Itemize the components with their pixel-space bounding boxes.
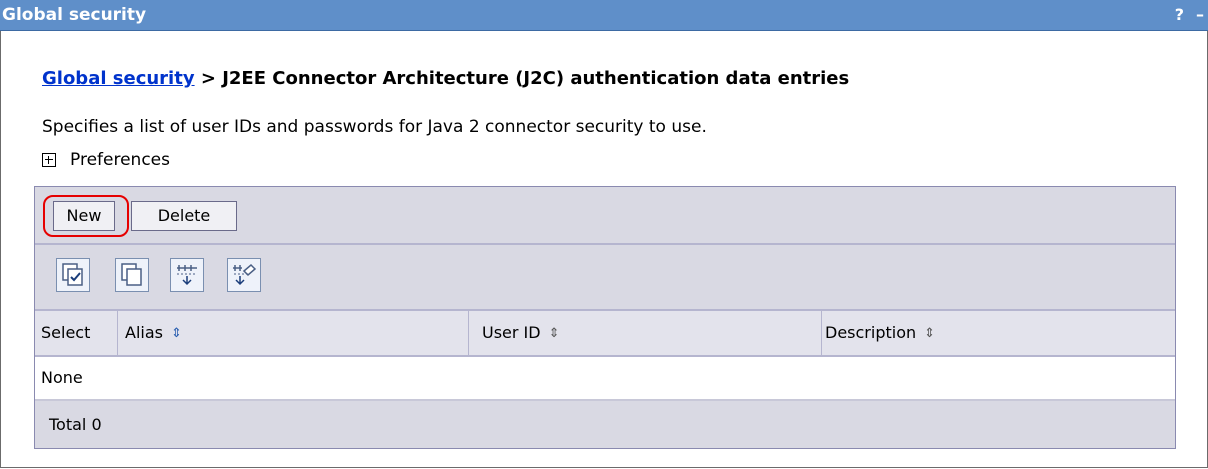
table-total: Total 0	[35, 401, 1175, 448]
table-header-row: Select Alias ⇕ User ID ⇕ Description ⇕	[35, 311, 1175, 357]
sort-icon[interactable]: ⇕	[549, 312, 560, 356]
column-header-description-label[interactable]: Description	[825, 323, 916, 342]
breadcrumb: Global security > J2EE Connector Archite…	[42, 68, 849, 89]
column-header-description[interactable]: Description ⇕	[825, 311, 935, 355]
column-header-user-id-label[interactable]: User ID	[482, 323, 541, 342]
column-header-user-id[interactable]: User ID ⇕	[482, 311, 560, 355]
breadcrumb-separator: >	[194, 68, 223, 89]
preferences-label[interactable]: Preferences	[70, 150, 170, 170]
empty-table-row: None	[35, 357, 1175, 401]
button-toolbar: New Delete	[35, 187, 1175, 245]
window-titlebar: Global security ? –	[0, 0, 1208, 31]
window-title: Global security	[2, 5, 147, 25]
page-title: J2EE Connector Architecture (J2C) authen…	[222, 68, 850, 89]
minimize-icon[interactable]: –	[1196, 0, 1204, 30]
column-header-alias[interactable]: Alias ⇕	[125, 311, 182, 355]
new-button[interactable]: New	[53, 201, 115, 231]
sort-icon[interactable]: ⇕	[924, 312, 935, 356]
sort-icon[interactable]: ⇕	[171, 312, 182, 356]
delete-button[interactable]: Delete	[131, 201, 237, 231]
column-header-alias-label[interactable]: Alias	[125, 323, 163, 342]
icon-toolbar	[35, 245, 1175, 311]
clear-filter-icon[interactable]	[227, 258, 261, 292]
collection-table: New Delete Select Alias ⇕ User ID ⇕ Desc…	[34, 186, 1176, 449]
page-description: Specifies a list of user IDs and passwor…	[42, 117, 707, 137]
select-all-icon[interactable]	[56, 258, 90, 292]
help-icon[interactable]: ?	[1175, 0, 1184, 30]
show-filter-icon[interactable]	[170, 258, 204, 292]
breadcrumb-link-global-security[interactable]: Global security	[42, 68, 195, 89]
preferences-toggle[interactable]: Preferences	[42, 150, 170, 170]
plus-expand-icon[interactable]	[42, 153, 56, 167]
deselect-all-icon[interactable]	[115, 258, 149, 292]
column-header-select: Select	[41, 323, 91, 342]
